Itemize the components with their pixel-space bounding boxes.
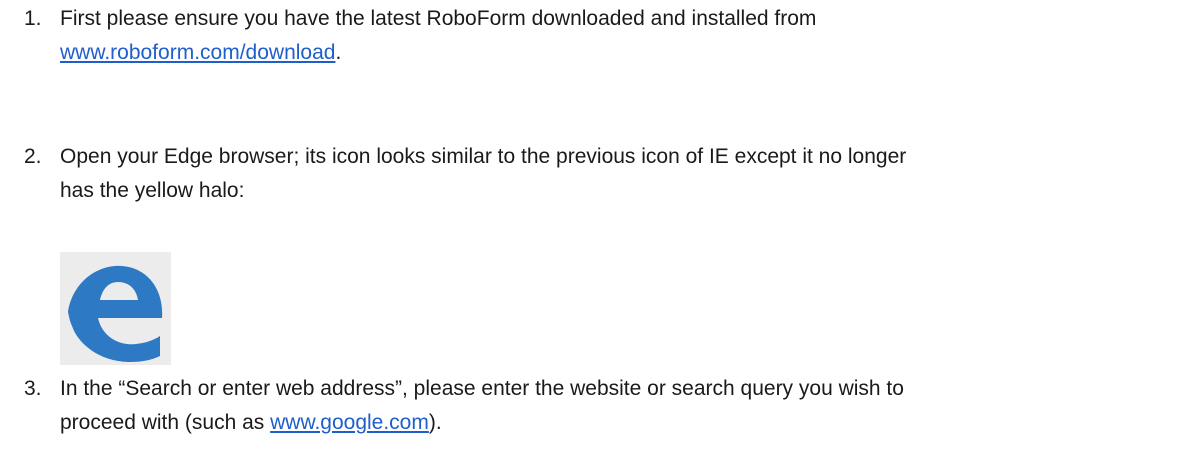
step-number: 3. xyxy=(24,377,42,400)
edge-logo-shape xyxy=(68,265,163,362)
step-1-period: . xyxy=(335,41,342,64)
step-1-text: First please ensure you have the latest … xyxy=(60,7,817,30)
step-2-text-line-2: has the yellow halo: xyxy=(60,179,245,202)
google-link[interactable]: www.google.com xyxy=(270,411,429,434)
step-text: First please ensure you have the latest … xyxy=(60,2,1184,70)
edge-logo-graphic xyxy=(68,265,163,362)
step-text: In the “Search or enter web address”, pl… xyxy=(60,372,1184,440)
step-3-text-after-link: ). xyxy=(428,411,442,434)
step-number: 1. xyxy=(24,7,42,30)
roboform-download-link[interactable]: www.roboform.com/download xyxy=(60,41,335,64)
step-3-text-before-link: proceed with (such as xyxy=(60,411,271,434)
step-3-text-line-1: In the “Search or enter web address”, pl… xyxy=(60,377,904,400)
step-text: Open your Edge browser; its icon looks s… xyxy=(60,140,1184,208)
edge-browser-icon xyxy=(60,252,171,365)
step-2-text-line-1: Open your Edge browser; its icon looks s… xyxy=(60,145,907,168)
step-number: 2. xyxy=(24,145,42,168)
